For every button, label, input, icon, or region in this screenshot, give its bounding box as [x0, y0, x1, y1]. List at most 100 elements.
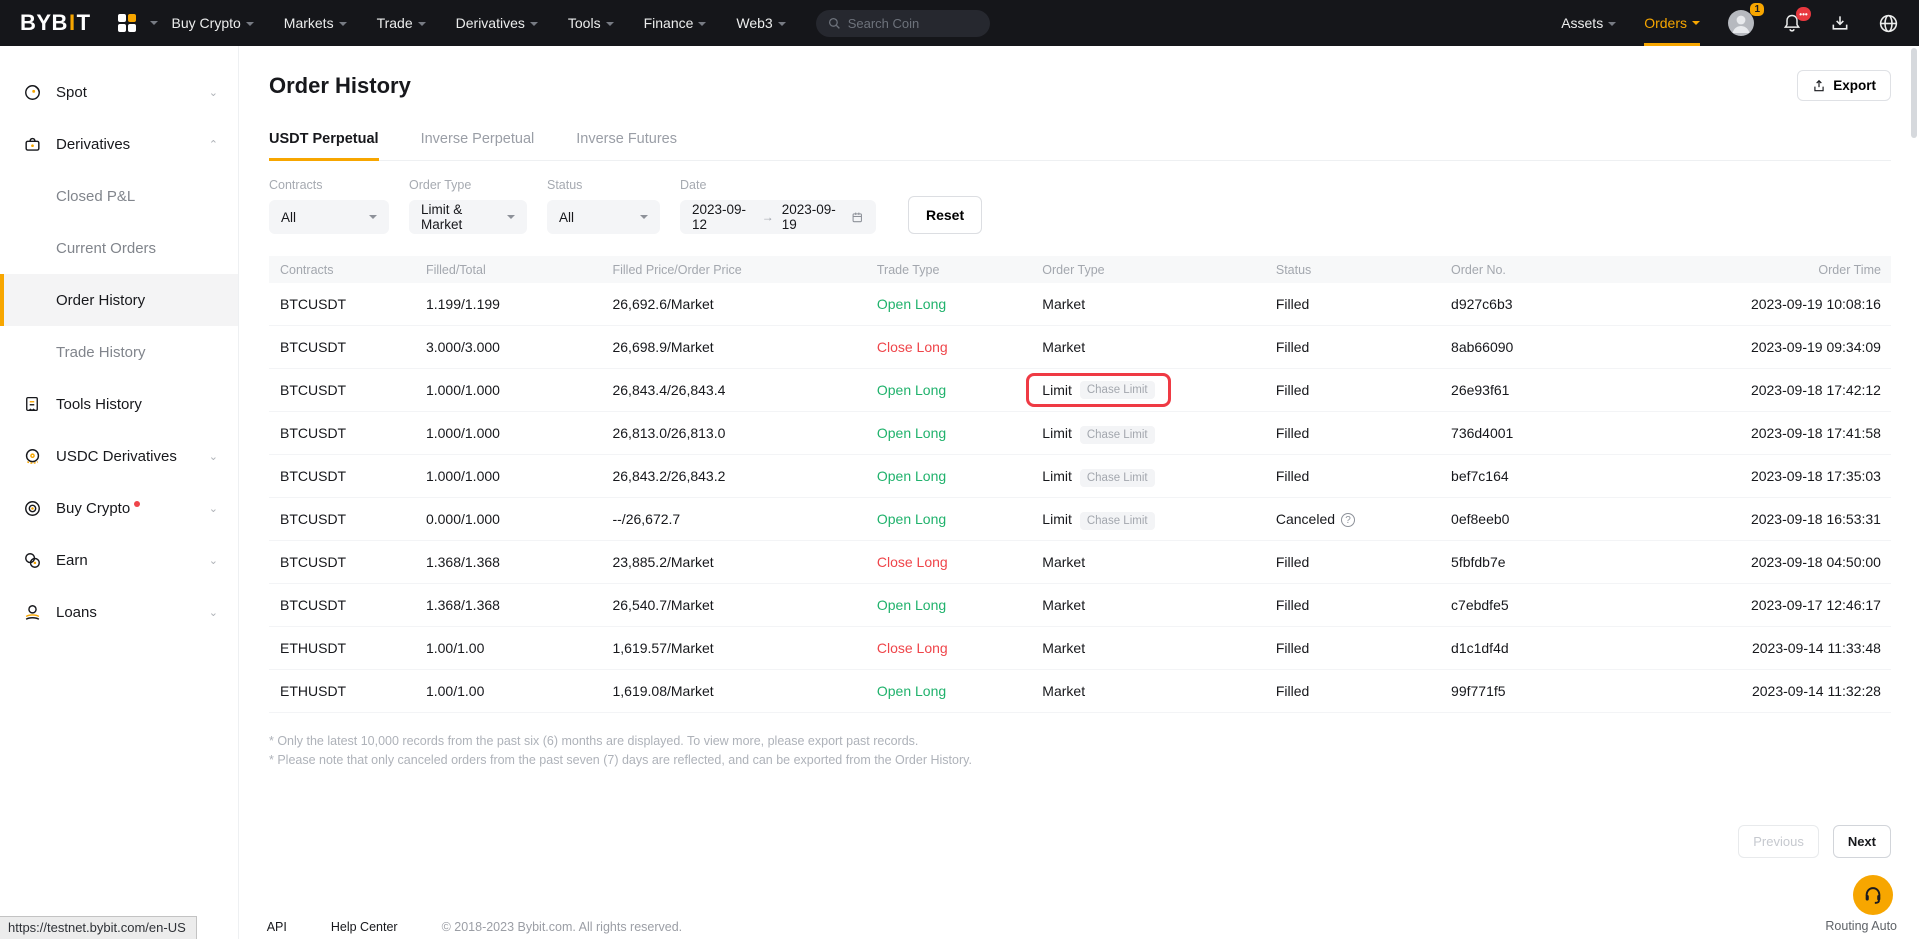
support-chat-button[interactable]: [1853, 875, 1893, 915]
trade-type-value: Open Long: [877, 597, 946, 613]
sidebar-item-trade-history[interactable]: Trade History: [0, 326, 238, 378]
notification-badge: •••: [1796, 7, 1811, 21]
export-button[interactable]: Export: [1797, 70, 1891, 101]
headset-icon: [1862, 884, 1884, 906]
download-app-button[interactable]: [1830, 13, 1850, 33]
bybit-logo[interactable]: BYBIT: [20, 10, 91, 36]
cell-status: Filled: [1265, 683, 1440, 699]
chevron-down-icon: [698, 22, 706, 26]
nav-item-markets[interactable]: Markets: [284, 15, 347, 31]
cell-filled-total: 1.368/1.368: [415, 554, 602, 570]
nav-item-derivatives[interactable]: Derivatives: [456, 15, 538, 31]
nav-item-buy-crypto[interactable]: Buy Crypto: [172, 15, 254, 31]
order-type-value: Limit: [1042, 468, 1072, 484]
cell-filled-price: 23,885.2/Market: [601, 554, 865, 570]
cell-order-type: LimitChase Limit: [1031, 511, 1265, 527]
cell-order-no: d1c1df4d: [1440, 640, 1657, 656]
trade-type-value: Close Long: [877, 339, 948, 355]
usdc-derivatives-icon: [22, 446, 42, 466]
footnote-records: * Only the latest 10,000 records from th…: [269, 732, 1891, 751]
nav-item-web3[interactable]: Web3: [736, 15, 785, 31]
footer-link-help-center[interactable]: Help Center: [331, 920, 398, 934]
cell-order-time: 2023-09-14 11:33:48: [1657, 640, 1891, 656]
status-select[interactable]: All: [547, 200, 660, 234]
sidebar-item-current-orders[interactable]: Current Orders: [0, 222, 238, 274]
sidebar-item-derivatives[interactable]: Derivatives ⌃: [0, 118, 238, 170]
next-page-button[interactable]: Next: [1833, 825, 1891, 858]
table-row: ETHUSDT1.00/1.001,619.08/MarketOpen Long…: [269, 670, 1891, 713]
cell-status: Filled: [1265, 339, 1440, 355]
order-type-value: Market: [1042, 296, 1085, 312]
nav-item-tools[interactable]: Tools: [568, 15, 614, 31]
cell-filled-total: 1.00/1.00: [415, 640, 602, 656]
tab-inverse-futures[interactable]: Inverse Futures: [576, 131, 677, 160]
cell-trade-type: Open Long: [866, 425, 1031, 441]
account-avatar[interactable]: 1: [1728, 10, 1754, 36]
notifications-button[interactable]: •••: [1782, 13, 1802, 33]
order-history-table: Contracts Filled/Total Filled Price/Orde…: [269, 256, 1891, 713]
earn-icon: [22, 550, 42, 570]
annotation-highlight-box: LimitChase Limit: [1026, 373, 1170, 407]
chevron-down-icon: ⌄: [209, 606, 218, 619]
previous-page-button[interactable]: Previous: [1738, 825, 1819, 858]
sidebar-label: Buy Crypto: [56, 500, 130, 517]
cell-status: Filled: [1265, 597, 1440, 613]
info-icon[interactable]: ?: [1341, 513, 1355, 527]
contracts-select[interactable]: All: [269, 200, 389, 234]
sidebar-item-loans[interactable]: Loans ⌄: [0, 586, 238, 638]
order-type-value: Market: [1042, 339, 1085, 355]
coin-search[interactable]: [816, 10, 990, 37]
cell-contracts: BTCUSDT: [269, 296, 415, 312]
sidebar-item-tools-history[interactable]: Tools History: [0, 378, 238, 430]
footer-link-api[interactable]: API: [267, 920, 287, 934]
cell-filled-total: 0.000/1.000: [415, 511, 602, 527]
cell-status: Filled: [1265, 296, 1440, 312]
cell-order-time: 2023-09-18 04:50:00: [1657, 554, 1891, 570]
sidebar-item-earn[interactable]: Earn ⌄: [0, 534, 238, 586]
chevron-down-icon: [1692, 21, 1700, 25]
cell-contracts: BTCUSDT: [269, 425, 415, 441]
cell-contracts: BTCUSDT: [269, 554, 415, 570]
cell-filled-price: --/26,672.7: [601, 511, 865, 527]
sidebar-label: Tools History: [56, 396, 142, 413]
cell-contracts: ETHUSDT: [269, 683, 415, 699]
sidebar-item-spot[interactable]: Spot ⌄: [0, 66, 238, 118]
navbar-right: Assets Orders 1 •••: [1561, 0, 1899, 46]
cell-order-time: 2023-09-14 11:32:28: [1657, 683, 1891, 699]
new-badge-dot: [134, 501, 140, 507]
language-button[interactable]: [1878, 13, 1899, 34]
tab-inverse-perpetual[interactable]: Inverse Perpetual: [421, 131, 535, 160]
order-type-select[interactable]: Limit & Market: [409, 200, 527, 234]
nav-item-assets[interactable]: Assets: [1561, 15, 1616, 31]
sidebar-item-buy-crypto[interactable]: Buy Crypto ⌄: [0, 482, 238, 534]
sidebar-item-usdc-derivatives[interactable]: USDC Derivatives ⌄: [0, 430, 238, 482]
nav-item-trade[interactable]: Trade: [377, 15, 426, 31]
contracts-filter-label: Contracts: [269, 178, 389, 192]
date-to: 2023-09-19: [782, 202, 844, 232]
spot-coin-icon: [22, 82, 42, 102]
chevron-down-icon: ⌄: [209, 554, 218, 567]
cell-filled-price: 26,843.4/26,843.4: [601, 382, 865, 398]
scrollbar-thumb[interactable]: [1911, 48, 1917, 138]
nav-item-orders[interactable]: Orders: [1644, 0, 1700, 46]
calendar-icon: [851, 210, 864, 224]
reset-button[interactable]: Reset: [908, 196, 982, 234]
nav-item-finance[interactable]: Finance: [644, 15, 707, 31]
avatar-badge: 1: [1750, 3, 1764, 16]
filter-bar: Contracts All Order Type Limit & Market …: [269, 178, 1891, 234]
col-contracts: Contracts: [269, 263, 415, 277]
col-order-no: Order No.: [1440, 263, 1657, 277]
apps-grid-icon[interactable]: [117, 13, 158, 33]
sidebar-item-closed-pnl[interactable]: Closed P&L: [0, 170, 238, 222]
col-filled-price: Filled Price/Order Price: [601, 263, 865, 277]
routing-auto-label: Routing Auto: [1825, 919, 1897, 933]
tab-usdt-perpetual[interactable]: USDT Perpetual: [269, 131, 379, 160]
search-icon: [828, 17, 841, 30]
sidebar-item-order-history[interactable]: Order History: [0, 274, 238, 326]
sidebar-label: Order History: [56, 292, 145, 309]
loans-icon: [22, 602, 42, 622]
date-range-picker[interactable]: 2023-09-12 → 2023-09-19: [680, 200, 876, 234]
cell-order-time: 2023-09-18 17:35:03: [1657, 468, 1891, 484]
table-footnotes: * Only the latest 10,000 records from th…: [269, 732, 1891, 770]
search-input[interactable]: [848, 16, 968, 31]
